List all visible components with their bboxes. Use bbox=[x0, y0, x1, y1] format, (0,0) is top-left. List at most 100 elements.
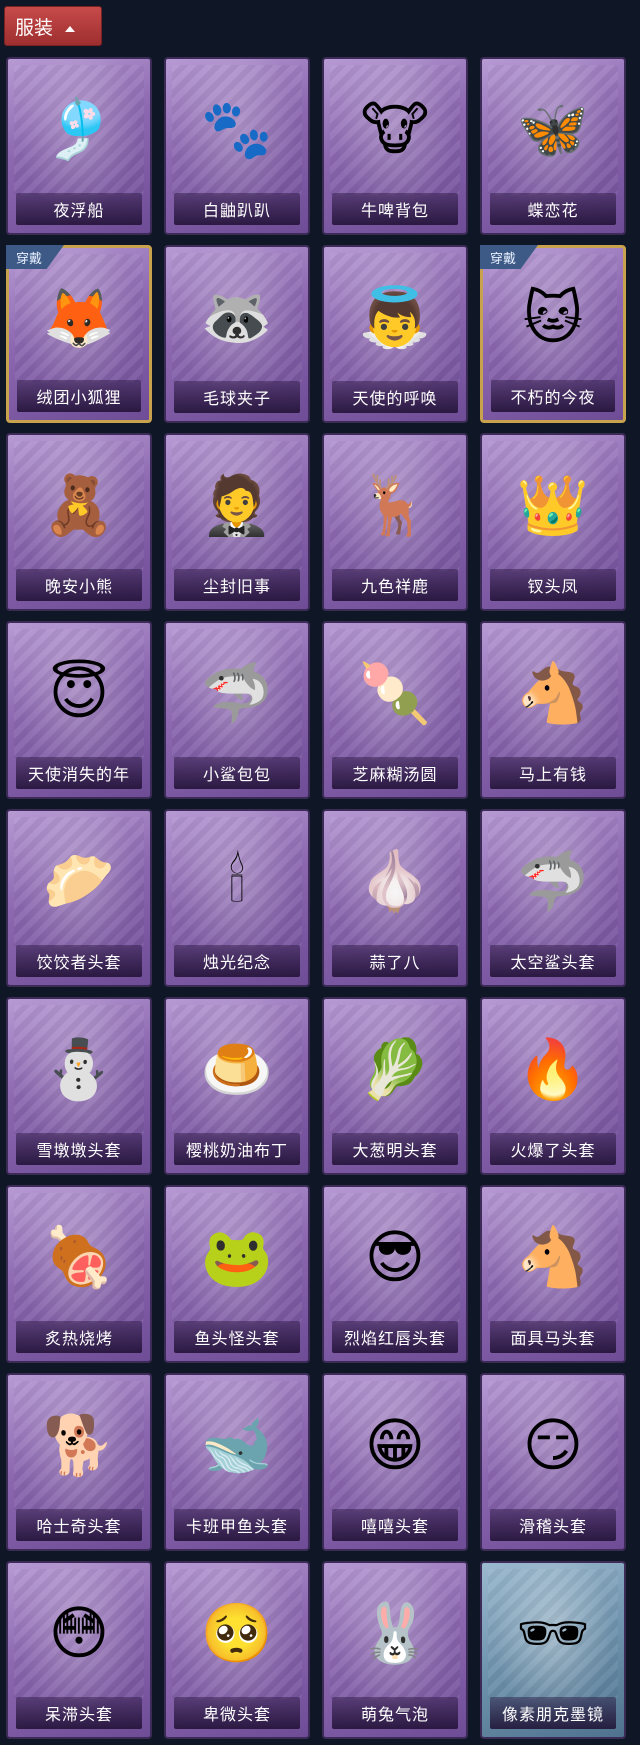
card-frame: 🥟 饺饺者头套 bbox=[6, 809, 152, 987]
outfit-item-name: 蒜了八 bbox=[332, 945, 458, 977]
outfit-item-card[interactable]: 🥬 大葱明头套 bbox=[322, 997, 468, 1175]
outfit-item-card[interactable]: 🔥 火爆了头套 bbox=[480, 997, 626, 1175]
outfit-item-name: 滑稽头套 bbox=[490, 1509, 616, 1541]
card-frame: 😏 滑稽头套 bbox=[480, 1373, 626, 1551]
outfit-item-card[interactable]: 🐕 哈士奇头套 bbox=[6, 1373, 152, 1551]
outfit-item-card[interactable]: 🥺 卑微头套 bbox=[164, 1561, 310, 1739]
outfit-item-name: 马上有钱 bbox=[490, 757, 616, 789]
outfit-item-card[interactable]: 😳 呆滞头套 bbox=[6, 1561, 152, 1739]
outfit-item-card[interactable]: 🐮 牛啤背包 bbox=[322, 57, 468, 235]
outfit-item-name: 萌兔气泡 bbox=[332, 1697, 458, 1729]
card-frame: 🐾 白鼬趴趴 bbox=[164, 57, 310, 235]
card-frame: 🦈 太空鲨头套 bbox=[480, 809, 626, 987]
fish-head-icon: 🐸 bbox=[200, 1223, 274, 1291]
outfit-item-card[interactable]: 🧄 蒜了八 bbox=[322, 809, 468, 987]
horse-icon: 🐴 bbox=[516, 659, 590, 727]
garlic-icon: 🧄 bbox=[358, 847, 432, 915]
outfit-item-card[interactable]: 🦈 太空鲨头套 bbox=[480, 809, 626, 987]
card-frame: 😇 天使消失的年 bbox=[6, 621, 152, 799]
outfit-item-card[interactable]: 🧸 晚安小熊 bbox=[6, 433, 152, 611]
card-frame: 🍖 炙热烧烤 bbox=[6, 1185, 152, 1363]
outfit-item-name: 饺饺者头套 bbox=[16, 945, 142, 977]
funny-emoji-icon: 😏 bbox=[522, 1411, 584, 1479]
outfit-item-card[interactable]: 🐴 马上有钱 bbox=[480, 621, 626, 799]
card-frame: 🍮 樱桃奶油布丁 bbox=[164, 997, 310, 1175]
snowman-icon: ⛄ bbox=[42, 1035, 116, 1103]
outfit-item-card[interactable]: 🐰 萌兔气泡 bbox=[322, 1561, 468, 1739]
card-frame: 🔥 火爆了头套 bbox=[480, 997, 626, 1175]
card-frame: 🤵 尘封旧事 bbox=[164, 433, 310, 611]
outfit-item-card[interactable]: 🦊 绒团小狐狸 穿戴 bbox=[6, 245, 152, 423]
outfit-item-name: 尘封旧事 bbox=[174, 569, 300, 601]
card-frame: 🐰 萌兔气泡 bbox=[322, 1561, 468, 1739]
outfit-item-card[interactable]: 🕶 像素朋克墨镜 bbox=[480, 1561, 626, 1739]
outfit-item-card[interactable]: 🐸 鱼头怪头套 bbox=[164, 1185, 310, 1363]
card-frame: 🦝 毛球夹子 bbox=[164, 245, 310, 423]
outfit-item-name: 卑微头套 bbox=[174, 1697, 300, 1729]
outfit-item-name: 太空鲨头套 bbox=[490, 945, 616, 977]
outfit-item-name: 面具马头套 bbox=[490, 1321, 616, 1353]
outfit-item-name: 天使的呼唤 bbox=[332, 381, 458, 413]
outfit-item-name: 哈士奇头套 bbox=[16, 1509, 142, 1541]
outfit-category-label: 服装 bbox=[15, 16, 54, 39]
outfit-item-name: 卡班甲鱼头套 bbox=[174, 1509, 300, 1541]
outfit-category-tab[interactable]: 服装 bbox=[4, 6, 102, 46]
outfit-item-name: 芝麻糊汤圆 bbox=[332, 757, 458, 789]
humble-emoji-icon: 🥺 bbox=[200, 1599, 274, 1667]
pudding-icon: 🍮 bbox=[200, 1035, 274, 1103]
outfit-item-card[interactable]: 🍖 炙热烧烤 bbox=[6, 1185, 152, 1363]
outfit-item-name: 毛球夹子 bbox=[174, 381, 300, 413]
ferret-icon: 🐾 bbox=[200, 95, 274, 163]
outfit-item-card[interactable]: 🦌 九色祥鹿 bbox=[322, 433, 468, 611]
outfit-item-name: 呆滞头套 bbox=[16, 1697, 142, 1729]
husky-icon: 🐕 bbox=[42, 1411, 116, 1479]
outfit-item-card[interactable]: 🎐 夜浮船 bbox=[6, 57, 152, 235]
card-frame: 🧄 蒜了八 bbox=[322, 809, 468, 987]
outfit-item-card[interactable]: 👼 天使的呼唤 bbox=[322, 245, 468, 423]
card-frame: 🍡 芝麻糊汤圆 bbox=[322, 621, 468, 799]
outfit-item-card[interactable]: 👑 钗头凤 bbox=[480, 433, 626, 611]
outfit-item-card[interactable]: 🦋 蝶恋花 bbox=[480, 57, 626, 235]
outfit-item-card[interactable]: 🤵 尘封旧事 bbox=[164, 433, 310, 611]
butterfly-bell-icon: 🦋 bbox=[516, 95, 590, 163]
outfit-item-card[interactable]: 🐾 白鼬趴趴 bbox=[164, 57, 310, 235]
outfit-item-name: 鱼头怪头套 bbox=[174, 1321, 300, 1353]
stunned-emoji-icon: 😳 bbox=[48, 1599, 110, 1667]
fire-icon: 🔥 bbox=[516, 1035, 590, 1103]
outfit-item-card[interactable]: 🐴 面具马头套 bbox=[480, 1185, 626, 1363]
outfit-item-card[interactable]: 😇 天使消失的年 bbox=[6, 621, 152, 799]
outfit-item-card[interactable]: 🐋 卡班甲鱼头套 bbox=[164, 1373, 310, 1551]
outfit-item-name: 不朽的今夜 bbox=[491, 380, 615, 412]
outfit-item-card[interactable]: 😏 滑稽头套 bbox=[480, 1373, 626, 1551]
card-frame: 🦈 小鲨包包 bbox=[164, 621, 310, 799]
card-frame: 🕶 像素朋克墨镜 bbox=[480, 1561, 626, 1739]
card-frame: 👼 天使的呼唤 bbox=[322, 245, 468, 423]
outfit-item-card[interactable]: 🍡 芝麻糊汤圆 bbox=[322, 621, 468, 799]
card-frame: 🧸 晚安小熊 bbox=[6, 433, 152, 611]
outfit-item-card[interactable]: ⛄ 雪墩墩头套 bbox=[6, 997, 152, 1175]
card-frame: 😎 烈焰红唇头套 bbox=[322, 1185, 468, 1363]
card-frame: 🥬 大葱明头套 bbox=[322, 997, 468, 1175]
outfit-item-card[interactable]: 🕯 烛光纪念 bbox=[164, 809, 310, 987]
raccoon-icon: 🦝 bbox=[200, 283, 274, 351]
outfit-item-card[interactable]: 🦈 小鲨包包 bbox=[164, 621, 310, 799]
outfit-item-card[interactable]: 🍮 樱桃奶油布丁 bbox=[164, 997, 310, 1175]
card-frame: 🦊 绒团小狐狸 bbox=[6, 245, 152, 423]
outfit-item-name: 白鼬趴趴 bbox=[174, 193, 300, 225]
outfit-item-name: 九色祥鹿 bbox=[332, 569, 458, 601]
doll-icon: 🤵 bbox=[200, 471, 274, 539]
angel-girl-icon: 😇 bbox=[48, 659, 110, 727]
outfit-item-card[interactable]: 🦝 毛球夹子 bbox=[164, 245, 310, 423]
bear-icon: 🧸 bbox=[42, 471, 116, 539]
card-frame: 👑 钗头凤 bbox=[480, 433, 626, 611]
whale-icon: 🐋 bbox=[200, 1411, 274, 1479]
space-shark-icon: 🦈 bbox=[516, 847, 590, 915]
outfit-item-card[interactable]: 😎 烈焰红唇头套 bbox=[322, 1185, 468, 1363]
outfit-item-card[interactable]: 😁 嘻嘻头套 bbox=[322, 1373, 468, 1551]
outfit-item-name: 蝶恋花 bbox=[490, 193, 616, 225]
outfit-item-card[interactable]: 🐱 不朽的今夜 穿戴 bbox=[480, 245, 626, 423]
card-frame: 🥺 卑微头套 bbox=[164, 1561, 310, 1739]
outfit-item-card[interactable]: 🥟 饺饺者头套 bbox=[6, 809, 152, 987]
card-frame: 🐱 不朽的今夜 bbox=[480, 245, 626, 423]
horse-mask-icon: 🐴 bbox=[516, 1223, 590, 1291]
